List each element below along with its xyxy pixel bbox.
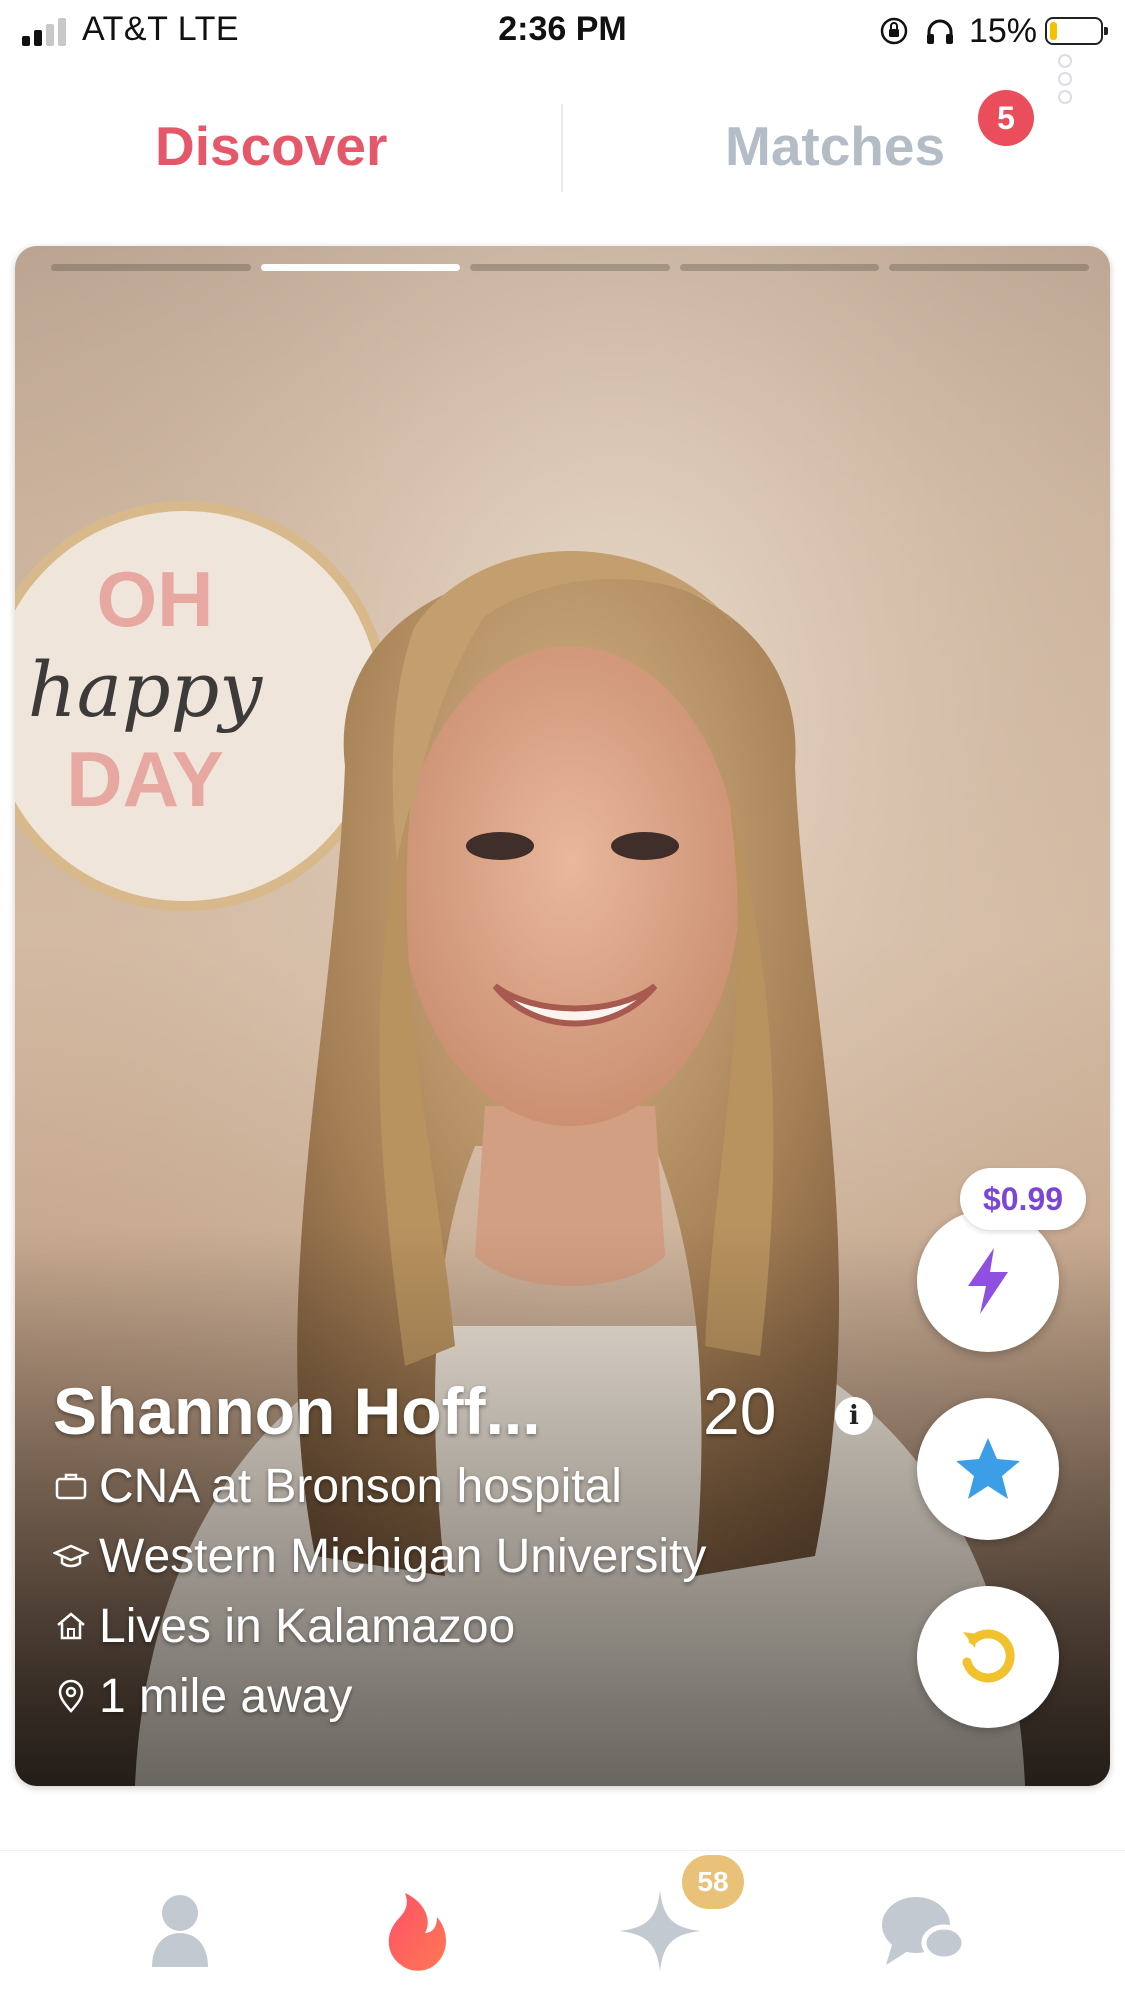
battery-percent: 15% bbox=[968, 11, 1037, 50]
status-bar: AT&T LTE 2:36 PM 15% bbox=[0, 0, 1125, 62]
detail-text: 1 mile away bbox=[99, 1669, 353, 1723]
messages-icon bbox=[882, 1897, 967, 1965]
nav-profile[interactable] bbox=[125, 1881, 235, 1981]
nav-messages[interactable] bbox=[868, 1881, 978, 1981]
profile-icon bbox=[152, 1895, 208, 1967]
photo-progress-bar bbox=[51, 264, 1089, 272]
rewind-button[interactable] bbox=[917, 1586, 1059, 1728]
rewind-icon bbox=[962, 1629, 1015, 1683]
detail-school: Western Michigan University bbox=[53, 1521, 913, 1591]
photo-progress-segment[interactable] bbox=[470, 264, 670, 271]
boost-bolt-icon bbox=[968, 1248, 1008, 1314]
detail-distance: 1 mile away bbox=[53, 1661, 913, 1731]
detail-city: Lives in Kalamazoo bbox=[53, 1591, 913, 1661]
boost-button[interactable] bbox=[917, 1210, 1059, 1352]
profile-info: Shannon Hoff... 20 i CNA at Bronson hosp… bbox=[53, 1361, 913, 1731]
profile-name: Shannon Hoff... bbox=[53, 1374, 541, 1448]
bottom-nav bbox=[0, 1850, 1125, 2002]
briefcase-icon bbox=[55, 1473, 87, 1500]
top-picks-count-badge: 58 bbox=[682, 1855, 744, 1909]
tinder-flame-icon bbox=[388, 1893, 446, 1971]
location-pin-icon bbox=[58, 1679, 84, 1713]
nav-discover[interactable] bbox=[361, 1881, 471, 1981]
photo-progress-segment[interactable] bbox=[260, 264, 461, 271]
photo-progress-segment[interactable] bbox=[679, 264, 880, 271]
headphones-icon bbox=[926, 19, 953, 44]
super-like-button[interactable] bbox=[917, 1398, 1059, 1540]
battery-icon bbox=[1045, 17, 1108, 45]
tab-discover[interactable]: Discover bbox=[155, 114, 387, 178]
top-tab-bar: Discover Matches 5 bbox=[0, 54, 1125, 232]
orientation-lock-icon bbox=[880, 17, 908, 45]
hoop-sign-decoration: OH happy DAY bbox=[15, 501, 390, 911]
graduation-cap-icon bbox=[53, 1544, 89, 1568]
detail-text: Western Michigan University bbox=[99, 1529, 707, 1583]
photo-progress-segment[interactable] bbox=[889, 264, 1089, 271]
profile-card[interactable]: OH happy DAY Shannon Hoff... 20 i CNA at… bbox=[15, 246, 1110, 1786]
boost-price-badge: $0.99 bbox=[960, 1168, 1086, 1230]
page-dots-indicator bbox=[1058, 54, 1072, 108]
info-icon[interactable]: i bbox=[835, 1397, 873, 1435]
sign-text-happy: happy bbox=[28, 645, 264, 734]
detail-text: Lives in Kalamazoo bbox=[99, 1599, 516, 1653]
detail-text: CNA at Bronson hospital bbox=[99, 1459, 622, 1513]
detail-job: CNA at Bronson hospital bbox=[53, 1451, 913, 1521]
matches-count-badge: 5 bbox=[978, 90, 1034, 146]
super-like-star-icon bbox=[956, 1438, 1020, 1499]
sign-text-day: DAY bbox=[66, 735, 224, 823]
tab-matches[interactable]: Matches bbox=[725, 114, 945, 178]
home-icon bbox=[57, 1612, 85, 1640]
photo-progress-segment[interactable] bbox=[51, 264, 251, 271]
profile-age: 20 bbox=[703, 1374, 777, 1448]
sign-text-oh: OH bbox=[97, 555, 214, 643]
tab-divider bbox=[561, 104, 563, 192]
